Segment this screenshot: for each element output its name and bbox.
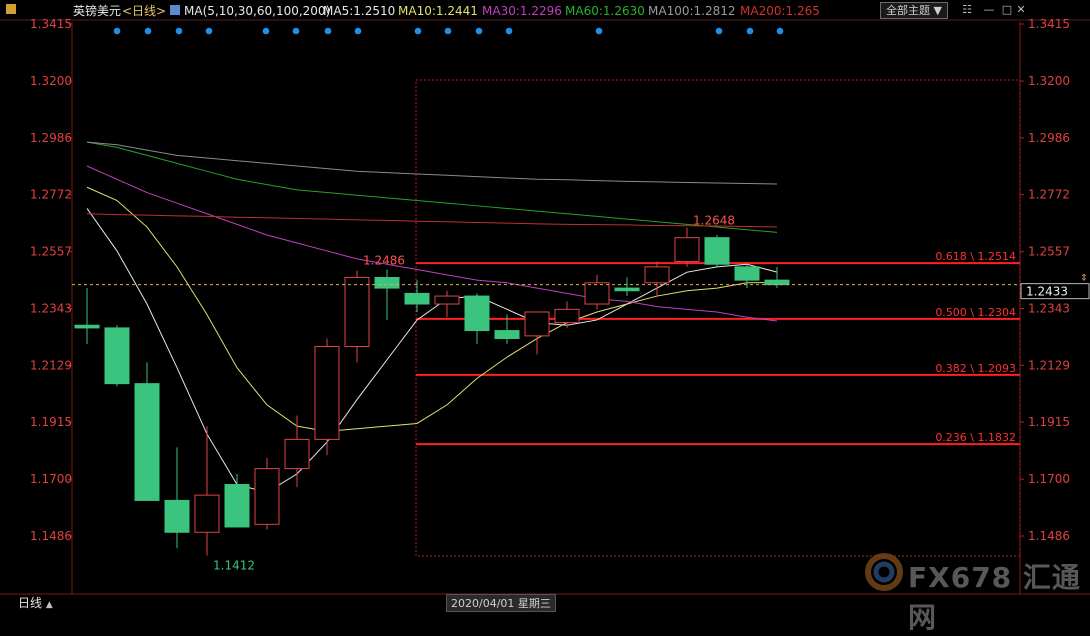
topic-label: 全部主题 [886, 4, 931, 17]
candle-body [314, 345, 340, 440]
left-tick-label: 1.3200 [30, 74, 72, 88]
candle-body [734, 266, 760, 281]
left-tick-label: 1.2129 [30, 358, 72, 372]
event-dot [354, 27, 362, 35]
price-arrow-icon: ⇕ [1080, 274, 1088, 284]
event-dot [113, 27, 121, 35]
candle-body [764, 279, 790, 286]
caret-up-icon: ▲ [45, 600, 53, 610]
candle-body [374, 276, 400, 289]
cursor-date-label: 2020/04/01 星期三 [446, 594, 556, 612]
right-tick-label: 1.2343 [1028, 302, 1070, 316]
right-tick-label: 1.2772 [1028, 188, 1070, 202]
topic-select-button[interactable]: 全部主题 ▼ [880, 2, 948, 19]
candle-body [584, 282, 610, 305]
ma-indicator-icon [170, 5, 180, 15]
fib-label: 0.618 \ 1.2514 [935, 250, 1016, 263]
candle-body [674, 237, 700, 263]
candle-body [554, 308, 580, 324]
left-tick-label: 1.1915 [30, 415, 72, 429]
candle-body [464, 295, 490, 332]
candle-body [254, 468, 280, 525]
fib-label: 0.382 \ 1.2093 [935, 362, 1016, 375]
right-tick-label: 1.1700 [1028, 472, 1070, 486]
maximize-icon[interactable]: □ [1000, 3, 1014, 16]
right-tick-label: 1.3415 [1028, 17, 1070, 31]
ma30-value: MA30:1.2296 [482, 4, 562, 18]
candle-body [104, 327, 130, 385]
candle-body [434, 295, 460, 305]
left-tick-label: 1.1700 [30, 472, 72, 486]
event-dot [175, 27, 183, 35]
left-tick-label: 1.1486 [30, 529, 72, 543]
event-dot [505, 27, 513, 35]
candlestick-chart[interactable]: 0.618 \ 1.2514 0.500 \ 1.2304 0.382 \ 1.20… [0, 0, 1090, 608]
ma100-value: MA100:1.2812 [648, 4, 736, 18]
close-icon[interactable]: ✕ [1014, 3, 1028, 16]
period-tab[interactable]: 日线 ▲ [18, 594, 53, 611]
price-annotation: 1.2486 [363, 254, 405, 268]
event-dot [776, 27, 784, 35]
ma100-line [86, 141, 778, 185]
left-tick-label: 1.2986 [30, 131, 72, 145]
event-dot [262, 27, 270, 35]
event-dot [205, 27, 213, 35]
right-tick-label: 1.2557 [1028, 245, 1070, 259]
period-tag[interactable]: <日线> [122, 2, 166, 20]
candle-body [404, 292, 430, 305]
ma200-value: MA200:1.265 [740, 4, 820, 18]
event-dot [475, 27, 483, 35]
left-tick-label: 1.3415 [30, 17, 72, 31]
left-tick-label: 1.2772 [30, 188, 72, 202]
settings-icon[interactable]: ☷ [960, 3, 974, 16]
event-dot [715, 27, 723, 35]
price-annotation: 1.2648 [693, 214, 735, 228]
right-tick-label: 1.2129 [1028, 358, 1070, 372]
ma5-line [86, 208, 778, 494]
left-tick-label: 1.2343 [30, 302, 72, 316]
price-annotation: 1.1412 [213, 559, 255, 573]
event-dot [324, 27, 332, 35]
ma10-value: MA10:1.2441 [398, 4, 478, 18]
candle-body [644, 266, 670, 284]
ma30-line [86, 165, 778, 322]
event-dot [292, 27, 300, 35]
candle-body [704, 237, 730, 265]
event-dot [595, 27, 603, 35]
candle-body [194, 494, 220, 533]
ma5-value: MA5:1.2510 [323, 4, 396, 18]
event-dot [746, 27, 754, 35]
event-dot [414, 27, 422, 35]
fib-label: 0.236 \ 1.1832 [935, 431, 1016, 444]
event-dot [444, 27, 452, 35]
candle-body [524, 311, 550, 337]
left-tick-label: 1.2557 [30, 245, 72, 259]
symbol-name: 英镑美元 [73, 4, 122, 18]
ma60-value: MA60:1.2630 [565, 4, 645, 18]
minimize-icon[interactable]: — [982, 3, 996, 16]
candle-body [494, 330, 520, 340]
current-price-label: 1.2433 [1026, 285, 1068, 299]
right-tick-label: 1.2986 [1028, 131, 1070, 145]
candle-body [164, 499, 190, 533]
candle-body [344, 276, 370, 347]
candle-body [284, 438, 310, 470]
candle-body [224, 484, 250, 528]
right-tick-label: 1.3200 [1028, 74, 1070, 88]
candle-body [614, 287, 640, 292]
ma60-line [86, 141, 778, 233]
right-tick-label: 1.1486 [1028, 529, 1070, 543]
fib-label: 0.500 \ 1.2304 [935, 306, 1016, 319]
ma-params[interactable]: MA(5,10,30,60,100,200) [184, 2, 330, 20]
left-tab-icon [6, 4, 16, 14]
candle-body [74, 324, 100, 329]
event-dot [144, 27, 152, 35]
ma200-line [86, 213, 778, 228]
right-tick-label: 1.1915 [1028, 415, 1070, 429]
candle-body [134, 383, 160, 501]
